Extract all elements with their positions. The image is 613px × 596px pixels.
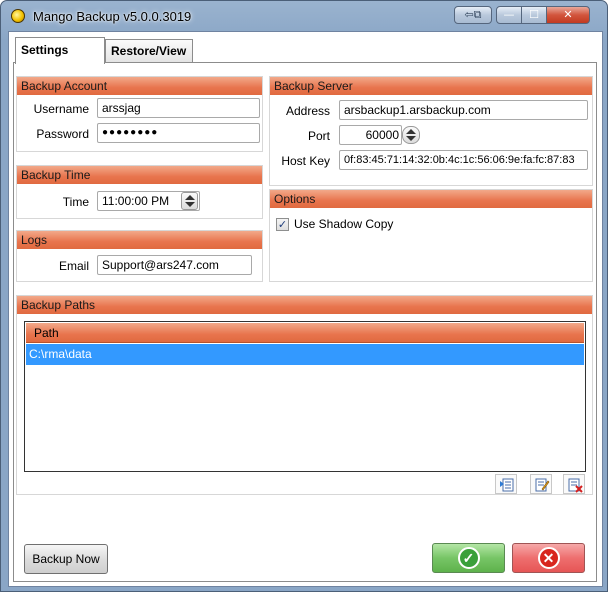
mango-app-icon — [11, 9, 25, 23]
restore-down-button[interactable]: ⇦⧉ — [454, 6, 492, 24]
checkmark-icon: ✓ — [457, 547, 480, 569]
backup-paths-grid[interactable]: Path C:\rma\data — [24, 321, 586, 472]
email-field[interactable]: Support@ars247.com — [97, 255, 252, 275]
host-key-field[interactable]: 0f:83:45:71:14:32:0b:4c:1c:56:06:9e:fa:f… — [339, 150, 588, 170]
address-label: Address — [285, 104, 330, 118]
table-row[interactable]: C:\rma\data — [26, 344, 584, 365]
spin-down-icon — [406, 136, 416, 141]
shadow-copy-label[interactable]: Use Shadow Copy — [294, 217, 393, 231]
add-path-button[interactable] — [495, 474, 517, 494]
delete-path-icon — [568, 478, 583, 493]
title-bar[interactable]: Mango Backup v5.0.0.3019 ⇦⧉ — ☐ ✕ — [1, 1, 607, 31]
app-window: Mango Backup v5.0.0.3019 ⇦⧉ — ☐ ✕ Settin… — [0, 0, 608, 592]
port-spinner[interactable] — [402, 126, 420, 144]
time-spinner[interactable] — [181, 192, 198, 210]
logs-group: Logs Email Support@ars247.com — [16, 230, 263, 282]
spin-up-icon — [406, 129, 416, 134]
host-key-label: Host Key — [281, 154, 330, 168]
spin-up-icon — [185, 195, 195, 200]
spin-down-icon — [185, 202, 195, 207]
client-area: Settings Restore/View Backup Account Use… — [8, 31, 603, 587]
username-label: Username — [33, 102, 89, 116]
minimize-button[interactable]: — — [496, 6, 522, 24]
backup-account-group: Backup Account Username arssjag Password… — [16, 76, 263, 152]
options-header: Options — [270, 190, 592, 208]
password-field[interactable]: ●●●●●●●● — [97, 123, 260, 143]
edit-path-button[interactable] — [530, 474, 552, 494]
maximize-icon: ☐ — [529, 8, 539, 21]
options-group: Options ✓ Use Shadow Copy — [269, 189, 593, 282]
time-label: Time — [62, 195, 89, 209]
address-field[interactable]: arsbackup1.arsbackup.com — [339, 100, 588, 120]
shadow-copy-checkbox[interactable]: ✓ — [276, 218, 289, 231]
backup-server-group: Backup Server Address arsbackup1.arsback… — [269, 76, 593, 186]
tab-restore-view[interactable]: Restore/View — [105, 39, 193, 63]
tab-settings[interactable]: Settings — [15, 37, 105, 64]
port-field[interactable]: 60000 — [339, 125, 402, 145]
backup-now-button[interactable]: Backup Now — [24, 544, 108, 574]
minimize-icon: — — [503, 8, 515, 21]
maximize-button[interactable]: ☐ — [521, 6, 547, 24]
restore-icon: ⇦⧉ — [464, 8, 482, 21]
port-label: Port — [307, 129, 330, 143]
backup-server-header: Backup Server — [270, 77, 592, 95]
password-label: Password — [36, 127, 89, 141]
add-path-icon — [500, 478, 514, 492]
logs-header: Logs — [17, 231, 262, 249]
backup-time-header: Backup Time — [17, 166, 262, 184]
close-icon: ✕ — [563, 8, 573, 21]
backup-paths-group: Backup Paths Path C:\rma\data — [16, 295, 593, 495]
ok-button[interactable]: ✓ — [432, 543, 505, 573]
cancel-icon: ✕ — [537, 547, 560, 569]
window-title: Mango Backup v5.0.0.3019 — [33, 9, 192, 24]
delete-path-button[interactable] — [563, 474, 585, 494]
column-header-path[interactable]: Path — [26, 323, 584, 343]
close-button[interactable]: ✕ — [546, 6, 590, 24]
backup-time-group: Backup Time Time 11:00:00 PM — [16, 165, 263, 219]
backup-account-header: Backup Account — [17, 77, 262, 95]
email-label: Email — [58, 259, 89, 273]
backup-paths-header: Backup Paths — [17, 296, 592, 314]
edit-path-icon — [535, 478, 550, 492]
settings-panel: Backup Account Username arssjag Password… — [13, 62, 597, 582]
cancel-button[interactable]: ✕ — [512, 543, 585, 573]
username-field[interactable]: arssjag — [97, 98, 260, 118]
